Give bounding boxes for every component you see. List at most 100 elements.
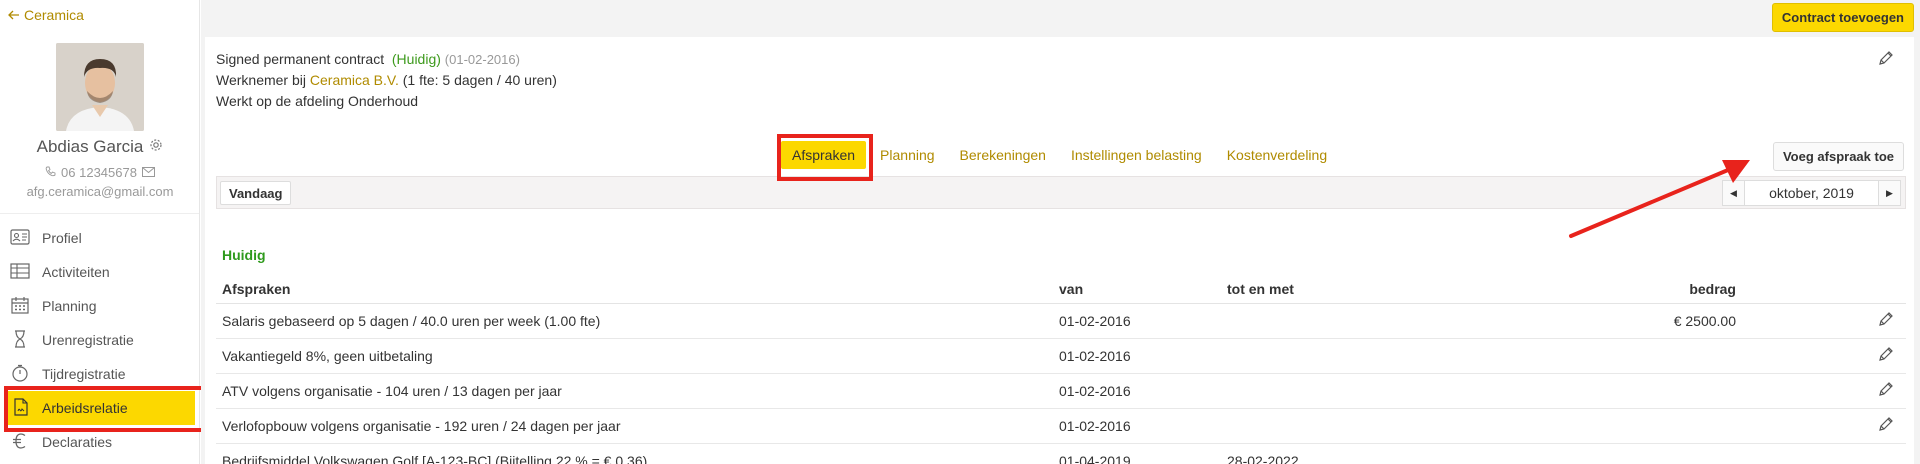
- prev-month-icon[interactable]: ◀: [1723, 181, 1744, 205]
- cell-amount: € 2500.00: [1495, 303, 1742, 339]
- cell-amount: [1495, 373, 1742, 409]
- cell-actions: [1742, 408, 1906, 444]
- table-row[interactable]: Salaris gebaseerd op 5 dagen / 40.0 uren…: [216, 303, 1906, 339]
- contract-title-line: Signed permanent contract (Huidig) (01-0…: [216, 49, 557, 70]
- sidebar-item-planning[interactable]: Planning: [0, 289, 199, 323]
- sidebar-item-tijdregistratie[interactable]: Tijdregistratie: [0, 357, 199, 391]
- cell-to: [1221, 338, 1495, 374]
- id-card-icon: [10, 228, 30, 248]
- sidebar: Ceramica Abdias Garcia 06 12345678 afg.c…: [0, 0, 200, 464]
- sidebar-item-activiteiten[interactable]: Activiteiten: [0, 255, 199, 289]
- col-header-tot-en-met: tot en met: [1221, 275, 1495, 304]
- table-row[interactable]: Verlofopbouw volgens organisatie - 192 u…: [216, 408, 1906, 444]
- sidebar-item-label: Urenregistratie: [42, 332, 134, 348]
- arrow-left-icon: [8, 7, 20, 23]
- calendar-icon: [10, 296, 30, 317]
- employee-name-text: Abdias Garcia: [36, 137, 144, 156]
- gear-icon[interactable]: [149, 137, 163, 157]
- employee-phone: 06 12345678: [0, 165, 200, 180]
- sidebar-item-label: Planning: [42, 298, 97, 314]
- cell-description: Vakantiegeld 8%, geen uitbetaling: [216, 338, 1053, 374]
- tab-instellingen-belasting[interactable]: Instellingen belasting: [1060, 141, 1213, 169]
- cell-from: 01-04-2019: [1053, 443, 1221, 464]
- cell-amount: [1495, 338, 1742, 374]
- table-row[interactable]: Vakantiegeld 8%, geen uitbetaling 01-02-…: [216, 338, 1906, 374]
- tab-kostenverdeling[interactable]: Kostenverdeling: [1216, 141, 1338, 169]
- col-header-van: van: [1053, 275, 1221, 304]
- cell-to: [1221, 408, 1495, 444]
- sidebar-item-label: Activiteiten: [42, 264, 110, 280]
- cell-amount: [1495, 443, 1742, 464]
- sidebar-item-label: Declaraties: [42, 434, 113, 450]
- table-header-row: Afspraken van tot en met bedrag: [216, 275, 1906, 304]
- table-row[interactable]: Bedrijfsmiddel Volkswagen Golf [A-123-BC…: [216, 443, 1906, 464]
- contract-employer-line: Werknemer bij Ceramica B.V. (1 fte: 5 da…: [216, 70, 557, 91]
- sidebar-item-label: Tijdregistratie: [42, 366, 126, 382]
- cell-to: [1221, 303, 1495, 339]
- contract-icon: [12, 397, 30, 419]
- cell-from: 01-02-2016: [1053, 303, 1221, 339]
- envelope-icon[interactable]: [141, 165, 155, 180]
- next-month-icon[interactable]: ▶: [1879, 181, 1900, 205]
- col-header-bedrag: bedrag: [1495, 275, 1742, 304]
- tab-afspraken[interactable]: Afspraken: [781, 141, 867, 169]
- cell-from: 01-02-2016: [1053, 338, 1221, 374]
- add-agreement-button[interactable]: Voeg afspraak toe: [1772, 142, 1904, 171]
- phone-icon: [45, 165, 56, 180]
- col-header-afspraken: Afspraken: [216, 275, 1053, 304]
- euro-icon: [10, 432, 30, 453]
- cell-actions: [1742, 338, 1906, 374]
- cell-description: ATV volgens organisatie - 104 uren / 13 …: [216, 373, 1053, 409]
- cell-actions: [1742, 303, 1906, 339]
- employee-email: afg.ceramica@gmail.com: [26, 184, 174, 199]
- tab-planning[interactable]: Planning: [869, 141, 946, 169]
- cell-amount: [1495, 408, 1742, 444]
- table-icon: [10, 262, 30, 282]
- sidebar-item-profiel[interactable]: Profiel: [0, 221, 199, 255]
- pencil-icon[interactable]: [1878, 381, 1894, 400]
- sidebar-item-urenregistratie[interactable]: Urenregistratie: [0, 323, 199, 357]
- sidebar-divider: [0, 213, 199, 214]
- add-contract-button[interactable]: Contract toevoegen: [1771, 3, 1914, 32]
- cell-description: Verlofopbouw volgens organisatie - 192 u…: [216, 408, 1053, 444]
- cell-from: 01-02-2016: [1053, 373, 1221, 409]
- cell-description: Bedrijfsmiddel Volkswagen Golf [A-123-BC…: [216, 443, 1053, 464]
- sidebar-item-label: Profiel: [42, 230, 82, 246]
- back-link[interactable]: Ceramica: [8, 7, 84, 23]
- contract-fte: (1 fte: 5 dagen / 40 uren): [402, 72, 557, 88]
- main-content: Contract toevoegen Signed permanent cont…: [201, 0, 1920, 464]
- tab-berekeningen[interactable]: Berekeningen: [949, 141, 1057, 169]
- contract-card: Signed permanent contract (Huidig) (01-0…: [205, 37, 1914, 464]
- employer-prefix: Werknemer bij: [216, 72, 306, 88]
- hourglass-icon: [10, 329, 30, 351]
- cell-actions: [1742, 373, 1906, 409]
- cell-actions: [1742, 443, 1906, 464]
- contract-info: Signed permanent contract (Huidig) (01-0…: [216, 49, 557, 112]
- month-selector[interactable]: oktober, 2019: [1744, 181, 1879, 205]
- pencil-icon[interactable]: [1878, 346, 1894, 365]
- cell-description: Salaris gebaseerd op 5 dagen / 40.0 uren…: [216, 303, 1053, 339]
- month-navigator: ◀ oktober, 2019 ▶: [1722, 180, 1901, 206]
- table-row[interactable]: ATV volgens organisatie - 104 uren / 13 …: [216, 373, 1906, 409]
- cell-to: [1221, 373, 1495, 409]
- employee-name: Abdias Garcia: [0, 137, 200, 157]
- phone-number: 06 12345678: [61, 165, 137, 180]
- sidebar-item-label: Arbeidsrelatie: [42, 400, 128, 416]
- pencil-icon[interactable]: [1878, 416, 1894, 435]
- contract-status: (Huidig): [391, 51, 441, 67]
- cell-from: 01-02-2016: [1053, 408, 1221, 444]
- pencil-icon[interactable]: [1878, 311, 1894, 330]
- sidebar-item-arbeidsrelatie[interactable]: Arbeidsrelatie: [4, 391, 195, 425]
- today-button[interactable]: Vandaag: [220, 181, 292, 205]
- edit-contract-icon[interactable]: [1878, 50, 1894, 69]
- date-bar: Vandaag ◀ oktober, 2019 ▶: [216, 176, 1906, 209]
- contract-department: Werkt op de afdeling Onderhoud: [216, 93, 419, 109]
- cell-to: 28-02-2022: [1221, 443, 1495, 464]
- col-header-actions: [1742, 275, 1906, 304]
- sidebar-item-declaraties[interactable]: Declaraties: [0, 425, 199, 459]
- stopwatch-icon: [10, 364, 30, 385]
- back-link-label: Ceramica: [24, 7, 84, 23]
- agreements-table: Afspraken van tot en met bedrag Salaris …: [216, 275, 1906, 464]
- employer-link[interactable]: Ceramica B.V.: [310, 72, 399, 88]
- contract-start-date: (01-02-2016): [444, 52, 520, 67]
